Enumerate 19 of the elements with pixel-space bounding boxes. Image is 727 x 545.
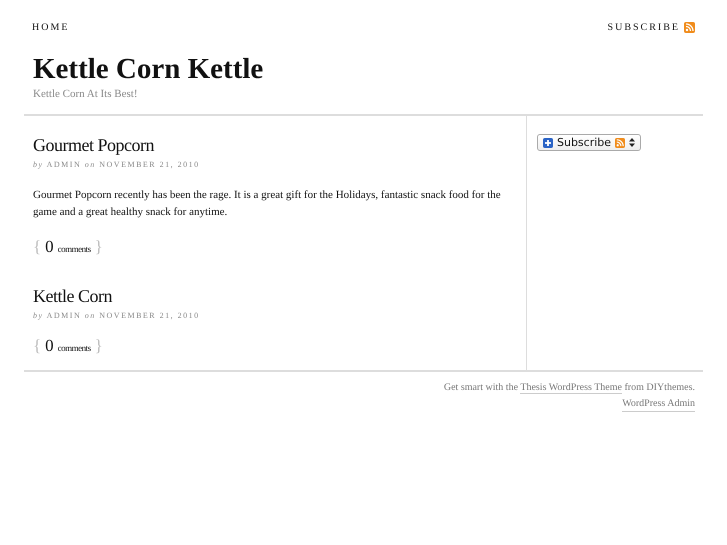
rss-icon [615, 138, 626, 148]
post-title[interactable]: Kettle Corn [33, 285, 526, 307]
subscribe-button[interactable]: Subscribe [537, 134, 642, 151]
footer-text: Get smart with the Thesis WordPress Theme from DIYthemes. [444, 381, 695, 396]
subscribe-link[interactable]: SUBSCRIBE [608, 22, 680, 32]
updown-arrows-icon [629, 138, 636, 147]
plus-icon [543, 138, 553, 148]
post-title[interactable]: Gourmet Popcorn [33, 134, 526, 156]
site-title[interactable]: Kettle Corn Kettle [33, 52, 694, 86]
admin-link[interactable]: WordPress Admin [622, 396, 695, 412]
comments-link[interactable]: { 0 comments } [33, 336, 103, 356]
post-meta: by ADMIN on NOVEMBER 21, 2010 [33, 311, 201, 320]
post-text: Gourmet Popcorn recently has been the rage. It is a great gift for the Holidays, fantastic snack food for the game and a great healthy snack for anytime. [33, 188, 502, 220]
rss-icon[interactable] [684, 22, 695, 32]
home-link[interactable]: HOME [32, 22, 70, 32]
site-tagline: Kettle Corn At Its Best! [33, 88, 138, 100]
post-meta: by ADMIN on NOVEMBER 21, 2010 [33, 160, 201, 169]
theme-link[interactable]: Thesis WordPress Theme [520, 382, 622, 394]
comments-link[interactable]: { 0 comments } [33, 237, 103, 257]
